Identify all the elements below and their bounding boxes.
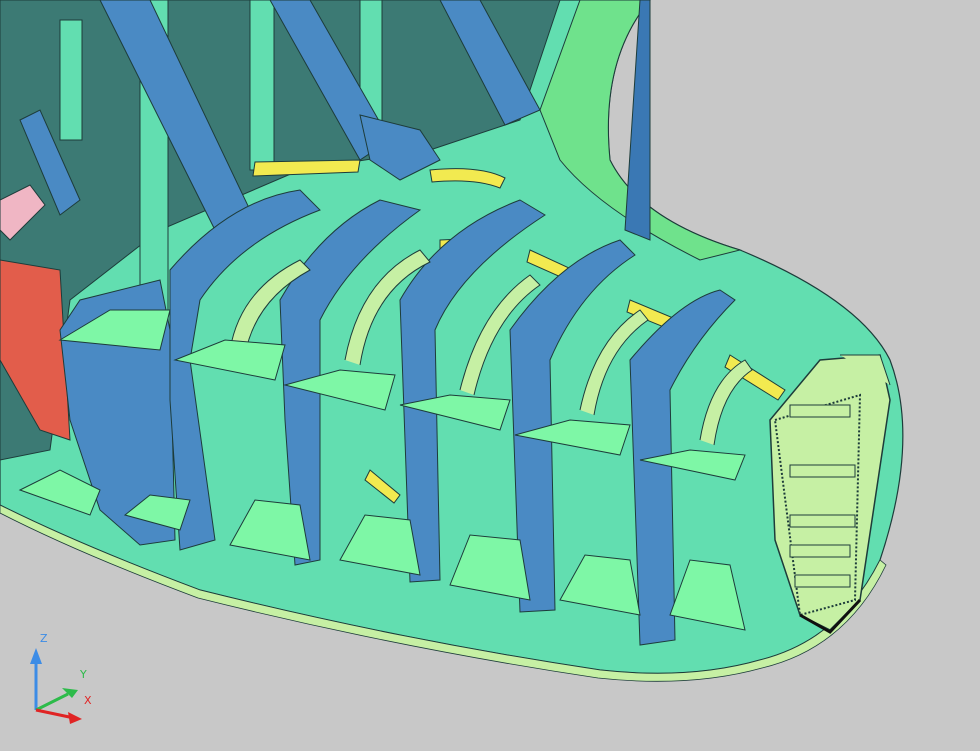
ucs-icon: Z Y X	[30, 632, 92, 724]
z-axis-arrow	[30, 648, 42, 664]
x-axis-label: X	[84, 694, 92, 707]
ship-hull-3d-model[interactable]	[0, 0, 980, 751]
z-axis-label: Z	[40, 632, 48, 645]
y-axis-label: Y	[79, 668, 87, 681]
web-frame-7	[624, 0, 651, 241]
cad-viewport[interactable]: Z Y X	[0, 0, 980, 751]
y-axis-line	[35, 692, 69, 712]
x-axis-arrow	[68, 712, 82, 724]
x-axis-line	[35, 708, 75, 720]
